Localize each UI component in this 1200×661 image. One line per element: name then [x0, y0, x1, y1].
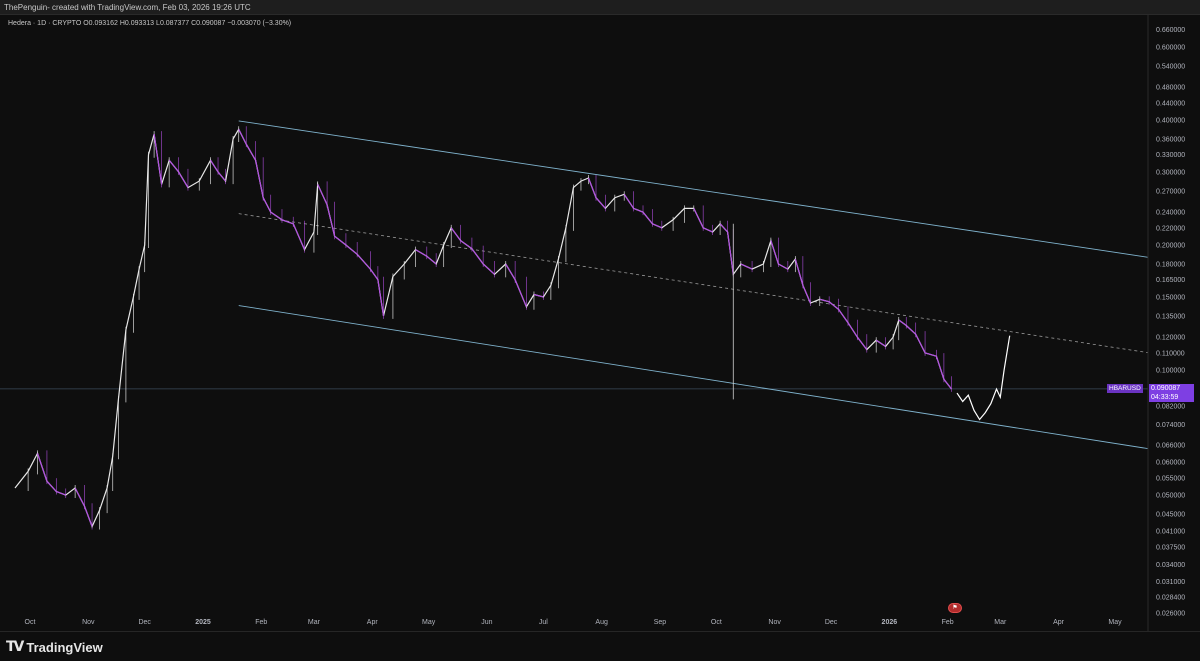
price-tick-label: 0.026000 [1156, 611, 1185, 618]
time-tick-label: Jun [481, 619, 492, 626]
price-tick-label: 0.110000 [1156, 350, 1185, 357]
price-tick-label: 0.480000 [1156, 85, 1185, 92]
tradingview-logo[interactable]: TV TradingView [6, 638, 103, 656]
price-tick-label: 0.082000 [1156, 403, 1185, 410]
price-tick-label: 0.028400 [1156, 595, 1185, 602]
price-axis-background [1148, 15, 1200, 631]
price-tick-label: 0.220000 [1156, 225, 1185, 232]
footer: TV TradingView [0, 631, 1200, 661]
price-tick-label: 0.120000 [1156, 335, 1185, 342]
current-price-value: 0.090087 [1151, 384, 1181, 392]
price-tick-label: 0.034000 [1156, 562, 1185, 569]
time-tick-label: Feb [942, 619, 954, 626]
ohlc-legend: Hedera · 1D · CRYPTO O0.093162 H0.093313… [8, 20, 291, 27]
legend-change: −0.003070 (−3.30%) [227, 20, 292, 27]
time-tick-label: Dec [825, 619, 838, 626]
price-tick-label: 0.300000 [1156, 169, 1185, 176]
price-tick-label: 0.600000 [1156, 44, 1185, 51]
price-tick-label: 0.041000 [1156, 528, 1185, 535]
price-tick-label: 0.045000 [1156, 512, 1185, 519]
price-tick-label: 0.066000 [1156, 442, 1185, 449]
price-axis: 0.026000 0.028400 0.031000 0.034000 0.037500… [1147, 15, 1200, 631]
event-flag-icon[interactable]: ⚑ [948, 603, 962, 613]
price-tick-label: 0.540000 [1156, 63, 1185, 70]
tradingview-brand: TradingView [26, 639, 103, 655]
current-price-tag: HBARUSD 0.090087 04:33:59 [1107, 383, 1194, 402]
publisher-text: ThePenguin- created with TradingView.com… [4, 3, 251, 12]
price-tick-label: 0.165000 [1156, 277, 1185, 284]
time-tick-label: May [1108, 619, 1122, 626]
price-tick-label: 0.100000 [1156, 368, 1185, 375]
price-chart[interactable]: 0.026000 0.028400 0.031000 0.034000 0.037500… [0, 15, 1200, 631]
symbol-label: HBARUSD [1107, 383, 1143, 393]
time-tick-label: Oct [25, 619, 36, 626]
price-tick-label: 0.240000 [1156, 210, 1185, 217]
price-tick-label: 0.050000 [1156, 493, 1185, 500]
price-tick-label: 0.330000 [1156, 152, 1185, 159]
time-tick-label: Apr [367, 619, 379, 626]
time-tick-label: Aug [595, 619, 608, 626]
time-tick-label: Feb [255, 619, 267, 626]
time-tick-label: Apr [1053, 619, 1065, 626]
price-tick-label: 0.135000 [1156, 313, 1185, 320]
bar-countdown: 04:33:59 [1151, 393, 1179, 401]
price-tick-label: 0.400000 [1156, 118, 1185, 125]
price-tick-label: 0.660000 [1156, 27, 1185, 34]
time-tick-label: Nov [82, 619, 95, 626]
legend-high: H0.093313 [119, 20, 155, 27]
time-tick-label: Jul [539, 619, 548, 626]
publisher-header: ThePenguin- created with TradingView.com… [0, 0, 1200, 15]
price-tick-label: 0.440000 [1156, 100, 1185, 107]
time-tick-label: Nov [768, 619, 781, 626]
time-tick-label: Sep [654, 619, 667, 626]
time-tick-label: Oct [711, 619, 722, 626]
price-tick-label: 0.360000 [1156, 137, 1185, 144]
price-tick-label: 0.055000 [1156, 475, 1185, 482]
price-tick-label: 0.037500 [1156, 544, 1185, 551]
time-tick-label: May [422, 619, 436, 626]
time-tick-label: Dec [138, 619, 151, 626]
price-tick-label: 0.200000 [1156, 243, 1185, 250]
legend-title: Hedera · 1D · CRYPTO [8, 20, 82, 27]
time-tick-label: 2025 [195, 619, 211, 626]
legend-close: C0.090087 [191, 20, 226, 27]
tradingview-logo-icon: TV [6, 639, 24, 655]
time-tick-label: 2026 [882, 619, 898, 626]
legend-low: L0.087377 [156, 20, 190, 27]
price-tick-label: 0.180000 [1156, 262, 1185, 269]
time-tick-label: Mar [994, 619, 1007, 626]
price-tick-label: 0.150000 [1156, 294, 1185, 301]
price-tick-label: 0.270000 [1156, 188, 1185, 195]
time-tick-label: Mar [308, 619, 321, 626]
price-tick-label: 0.060000 [1156, 460, 1185, 467]
price-tick-label: 0.074000 [1156, 422, 1185, 429]
price-tick-label: 0.031000 [1156, 579, 1185, 586]
legend-open: O0.093162 [83, 20, 118, 27]
